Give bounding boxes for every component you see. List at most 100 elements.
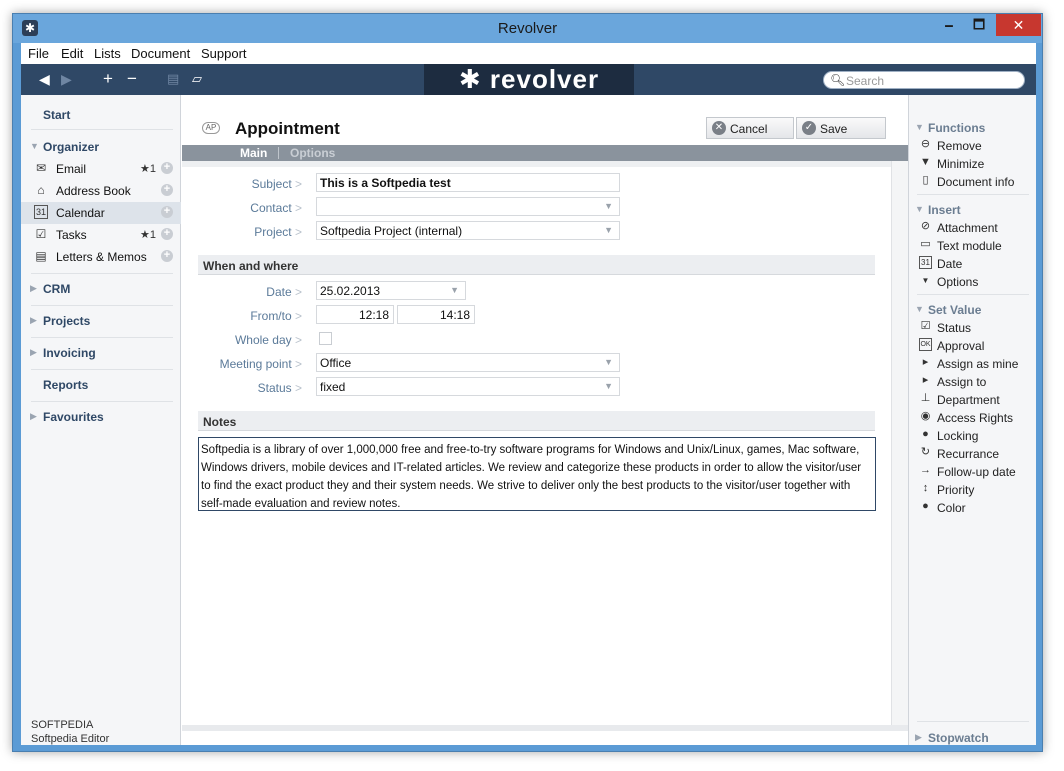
recurrance-action[interactable]: ↻ Recurrance: [909, 445, 1037, 463]
follow-up-date-action[interactable]: → Follow-up date: [909, 463, 1037, 481]
menu-bar: File Edit Lists Document Support: [21, 43, 1036, 64]
subject-field[interactable]: This is a Softpedia test: [316, 173, 620, 192]
collapsed-arrow-icon: ▶: [30, 411, 37, 421]
close-button[interactable]: ✕: [996, 14, 1041, 36]
sidebar-item-letters-memos[interactable]: ▤ Letters & Memos +: [21, 246, 181, 268]
search-icon: 🔍︎: [830, 73, 846, 87]
from-time-field[interactable]: 12:18: [316, 305, 394, 324]
sidebar-item-address-book[interactable]: ⌂ Address Book +: [21, 180, 181, 202]
cancel-button[interactable]: ✕ Cancel: [706, 117, 794, 139]
page-title: Appointment: [235, 119, 340, 138]
date-field[interactable]: 25.02.2013 ▼: [316, 281, 466, 300]
email-icon: ✉: [35, 161, 47, 175]
maximize-button[interactable]: 🗖: [965, 14, 993, 36]
color-drop-icon: ●: [922, 500, 929, 512]
add-letter-icon[interactable]: +: [161, 250, 173, 262]
fromto-label: From/to: [172, 309, 302, 323]
title-bar: ✱ Revolver 🗕 🗖 ✕: [13, 14, 1042, 43]
forward-icon[interactable]: ▶: [61, 70, 72, 88]
actions-panel: ▼ Functions ⊖ Remove ▼ Minimize ▯ Document i…: [908, 95, 1036, 745]
checkbox-icon: ☑: [920, 320, 931, 332]
document-type-badge: AP: [202, 122, 220, 134]
minimize-icon: ▼: [920, 156, 931, 168]
search-box[interactable]: 🔍︎ Search: [823, 71, 1025, 89]
chevron-down-icon: ▼: [604, 357, 613, 367]
minimize-button[interactable]: 🗕: [935, 14, 963, 36]
expanded-arrow-icon: ▼: [915, 304, 924, 314]
meeting-point-label: Meeting point: [172, 357, 302, 371]
cancel-icon: ✕: [712, 121, 726, 135]
vertical-scrollbar[interactable]: [891, 161, 908, 725]
logo-mark-icon: ✱: [458, 64, 490, 94]
options-action[interactable]: ▼ Options: [909, 273, 1037, 291]
tab-options[interactable]: Options: [290, 146, 335, 160]
sidebar-item-calendar[interactable]: 31 Calendar +: [21, 202, 181, 224]
remove-circle-icon: ⊖: [920, 138, 931, 150]
meeting-point-select[interactable]: Office ▼: [316, 353, 620, 372]
horizontal-scrollbar[interactable]: [182, 725, 908, 731]
priority-action[interactable]: ↕ Priority: [909, 481, 1037, 499]
window-title: Revolver: [497, 20, 558, 37]
to-time-field[interactable]: 14:18: [397, 305, 475, 324]
toolbar: ◀ ▶ + − ▤ ▱ ✱ revolver 🔍︎ Search: [21, 64, 1036, 95]
tab-main[interactable]: Main: [240, 146, 267, 160]
access-rights-action[interactable]: ◉ Access Rights: [909, 409, 1037, 427]
status-action[interactable]: ☑ Status: [909, 319, 1037, 337]
chevron-down-icon: ▼: [604, 381, 613, 391]
sidebar: Start ▼ Organizer ✉ Email ★1 + ⌂ Address …: [21, 95, 181, 745]
expanded-arrow-icon: ▼: [915, 122, 924, 132]
assign-as-mine-action[interactable]: ▸ Assign as mine: [909, 355, 1037, 373]
notes-textarea[interactable]: Softpedia is a library of over 1,000,000…: [198, 437, 876, 511]
flag-badge: ★1: [140, 229, 156, 241]
remove-action[interactable]: ⊖ Remove: [909, 137, 1037, 155]
appointment-form: AP Appointment ✕ Cancel ✓ Save Main Opti…: [182, 95, 908, 745]
chevron-down-icon: ▼: [604, 225, 613, 235]
expanded-arrow-icon: ▼: [915, 204, 924, 214]
locking-action[interactable]: ● Locking: [909, 427, 1037, 445]
remove-icon[interactable]: −: [127, 70, 137, 88]
document-icon: ▯: [922, 174, 929, 186]
approval-action[interactable]: OK Approval: [909, 337, 1037, 355]
collapsed-arrow-icon: ▶: [30, 315, 37, 325]
notes-header: Notes: [198, 411, 875, 431]
menu-lists[interactable]: Lists: [94, 46, 121, 61]
minimize-action[interactable]: ▼ Minimize: [909, 155, 1037, 173]
lock-icon: ●: [922, 428, 929, 440]
menu-edit[interactable]: Edit: [61, 46, 83, 61]
ok-icon: OK: [919, 338, 932, 351]
department-action[interactable]: ⊥ Department: [909, 391, 1037, 409]
search-input[interactable]: Search: [846, 74, 884, 88]
note-icon[interactable]: ▱: [192, 70, 202, 88]
menu-document[interactable]: Document: [131, 46, 190, 61]
tab-bar: Main Options: [182, 145, 908, 161]
menu-support[interactable]: Support: [201, 46, 247, 61]
menu-file[interactable]: File: [28, 46, 49, 61]
app-window: ✱ Revolver 🗕 🗖 ✕ File Edit Lists Documen…: [12, 13, 1043, 752]
sidebar-item-tasks[interactable]: ☑ Tasks ★1 +: [21, 224, 181, 246]
sidebar-item-email[interactable]: ✉ Email ★1 +: [21, 158, 181, 180]
assign-to-action[interactable]: ▸ Assign to: [909, 373, 1037, 391]
add-email-icon[interactable]: +: [161, 162, 173, 174]
attachment-action[interactable]: ⊘ Attachment: [909, 219, 1037, 237]
print-icon[interactable]: ▤: [167, 70, 179, 88]
status-select[interactable]: fixed ▼: [316, 377, 620, 396]
document-info-action[interactable]: ▯ Document info: [909, 173, 1037, 191]
save-button[interactable]: ✓ Save: [796, 117, 886, 139]
whole-day-checkbox[interactable]: [319, 332, 332, 345]
letter-icon: ▤: [35, 249, 47, 263]
insert-date-action[interactable]: 31 Date: [909, 255, 1037, 273]
back-icon[interactable]: ◀: [39, 70, 50, 88]
project-label: Project: [172, 225, 302, 239]
collapsed-arrow-icon: ▶: [30, 347, 37, 357]
text-module-action[interactable]: ▭ Text module: [909, 237, 1037, 255]
add-icon[interactable]: +: [103, 70, 113, 88]
checkmark-icon: ✓: [802, 121, 816, 135]
project-select[interactable]: Softpedia Project (internal) ▼: [316, 221, 620, 240]
chevron-down-icon: ▼: [921, 276, 930, 285]
chevron-down-icon: ▼: [450, 285, 459, 295]
house-icon: ⌂: [37, 183, 45, 197]
content-area: Start ▼ Organizer ✉ Email ★1 + ⌂ Address …: [21, 95, 1036, 745]
status-label: Status: [172, 381, 302, 395]
color-action[interactable]: ● Color: [909, 499, 1037, 517]
contact-select[interactable]: ▼: [316, 197, 620, 216]
